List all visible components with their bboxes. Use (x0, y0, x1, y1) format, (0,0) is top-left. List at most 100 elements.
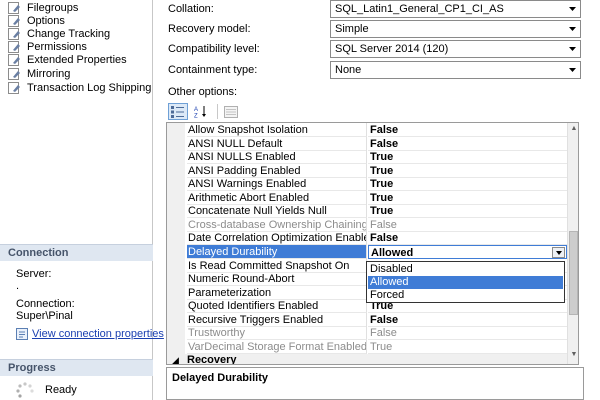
property-row[interactable]: ANSI Warnings Enabled True (167, 177, 567, 191)
property-row[interactable]: Cross-database Ownership Chaining Enable… (167, 218, 567, 232)
dropdown-option-forced[interactable]: Forced (368, 289, 563, 302)
property-row[interactable]: ANSI Padding Enabled True (167, 164, 567, 178)
wrench-icon (8, 28, 20, 40)
progress-spinner-icon (16, 382, 34, 398)
property-name: ANSI Warnings Enabled (187, 177, 367, 191)
row-gutter (167, 137, 185, 151)
row-gutter (167, 231, 185, 245)
row-gutter (167, 164, 185, 178)
row-gutter (167, 218, 185, 232)
dropdown-option-disabled[interactable]: Disabled (368, 263, 563, 276)
property-value[interactable]: True (368, 177, 567, 191)
recovery-model-value: Simple (335, 23, 369, 35)
page-item-filegroups[interactable]: Filegroups (8, 1, 78, 15)
scroll-up-icon[interactable]: ▲ (569, 125, 578, 135)
view-connection-properties-text[interactable]: View connection properties (32, 328, 164, 340)
property-value-text: False (370, 138, 399, 150)
property-value[interactable]: False (368, 231, 567, 245)
property-value[interactable]: True (368, 164, 567, 178)
property-row[interactable]: Concatenate Null Yields Null True (167, 204, 567, 218)
property-value[interactable]: False (368, 137, 567, 151)
compatibility-level-label: Compatibility level: (168, 43, 260, 55)
collation-select[interactable]: SQL_Latin1_General_CP1_CI_AS (330, 0, 581, 18)
property-name: Allow Snapshot Isolation (187, 123, 367, 137)
property-value[interactable]: Allowed (368, 245, 567, 259)
property-value-text: False (370, 232, 399, 244)
property-name: ANSI NULL Default (187, 137, 367, 151)
svg-text:A: A (194, 107, 198, 113)
wrench-icon (8, 15, 20, 27)
property-row[interactable]: Recursive Triggers Enabled False (167, 313, 567, 327)
properties-icon (16, 328, 28, 340)
property-value[interactable]: True (368, 204, 567, 218)
row-gutter (167, 123, 185, 137)
property-value-text: True (370, 192, 394, 204)
chevron-down-icon[interactable] (552, 247, 565, 258)
property-value[interactable]: True (368, 340, 567, 354)
category-row-recovery[interactable]: ◢ Recovery (167, 354, 567, 364)
property-row[interactable]: ANSI NULLS Enabled True (167, 150, 567, 164)
property-value[interactable]: False (368, 123, 567, 137)
page-item-extended-properties[interactable]: Extended Properties (8, 53, 127, 67)
page-item-change-tracking[interactable]: Change Tracking (8, 27, 110, 41)
wrench-icon (8, 2, 20, 14)
property-name: Is Read Committed Snapshot On (187, 259, 367, 273)
property-pages-button[interactable] (221, 103, 241, 120)
containment-type-select[interactable]: None (330, 61, 581, 79)
recovery-model-select[interactable]: Simple (330, 20, 581, 38)
chevron-down-icon[interactable] (564, 41, 580, 57)
wrench-icon (8, 82, 20, 94)
property-value[interactable]: True (368, 150, 567, 164)
page-item-label: Options (27, 15, 65, 27)
property-row[interactable]: Date Correlation Optimization Enabled Fal… (167, 231, 567, 245)
wrench-icon (8, 41, 20, 53)
property-name: Recursive Triggers Enabled (187, 313, 367, 327)
property-value[interactable]: False (368, 313, 567, 327)
property-value[interactable]: True (368, 191, 567, 205)
property-grid: Allow Snapshot Isolation False ANSI NULL D… (166, 122, 579, 365)
alphabetical-button[interactable]: A Z (191, 103, 211, 120)
chevron-down-icon[interactable] (564, 21, 580, 37)
chevron-down-icon[interactable] (564, 62, 580, 78)
property-name: Delayed Durability (187, 245, 367, 259)
property-value-text: Allowed (371, 247, 414, 259)
scroll-down-icon[interactable]: ▼ (569, 351, 578, 361)
dropdown-option-allowed[interactable]: Allowed (368, 276, 563, 289)
collation-label: Collation: (168, 3, 214, 15)
compatibility-level-select[interactable]: SQL Server 2014 (120) (330, 40, 581, 58)
toolbar-separator (217, 104, 218, 119)
property-value-text: False (370, 327, 397, 339)
page-item-label: Filegroups (27, 2, 79, 14)
categorized-button[interactable] (168, 103, 188, 120)
property-value[interactable]: False (368, 326, 567, 340)
property-value-text: False (370, 314, 399, 326)
property-row[interactable]: Delayed Durability Allowed (167, 245, 567, 259)
view-connection-properties-link[interactable]: View connection properties (16, 328, 164, 340)
property-value[interactable]: False (368, 218, 567, 232)
page-item-transaction-log-shipping[interactable]: Transaction Log Shipping (8, 81, 151, 95)
chevron-down-icon[interactable] (564, 1, 580, 17)
scrollbar-thumb[interactable] (569, 231, 578, 315)
property-row[interactable]: Arithmetic Abort Enabled True (167, 191, 567, 205)
other-options-label: Other options: (168, 86, 238, 98)
property-row[interactable]: Allow Snapshot Isolation False (167, 123, 567, 137)
property-row[interactable]: Trustworthy False (167, 326, 567, 340)
page-item-mirroring[interactable]: Mirroring (8, 67, 70, 81)
progress-status-text: Ready (45, 384, 77, 396)
collapse-icon[interactable]: ◢ (172, 354, 179, 364)
svg-text:Z: Z (194, 114, 198, 119)
compatibility-level-value: SQL Server 2014 (120) (335, 43, 449, 55)
row-gutter (167, 259, 185, 273)
vertical-scrollbar[interactable]: ▲ ▼ (567, 123, 578, 364)
page-item-permissions[interactable]: Permissions (8, 40, 87, 54)
property-row[interactable]: ANSI NULL Default False (167, 137, 567, 151)
property-name: Concatenate Null Yields Null (187, 204, 367, 218)
property-row[interactable]: VarDecimal Storage Format Enabled True (167, 340, 567, 354)
alphabetical-icon: A Z (194, 106, 206, 119)
row-gutter (167, 272, 185, 286)
row-gutter (167, 286, 185, 300)
row-gutter (167, 340, 185, 354)
page-item-options[interactable]: Options (8, 14, 65, 28)
property-name: Trustworthy (187, 326, 367, 340)
description-panel: Delayed Durability (166, 367, 584, 400)
